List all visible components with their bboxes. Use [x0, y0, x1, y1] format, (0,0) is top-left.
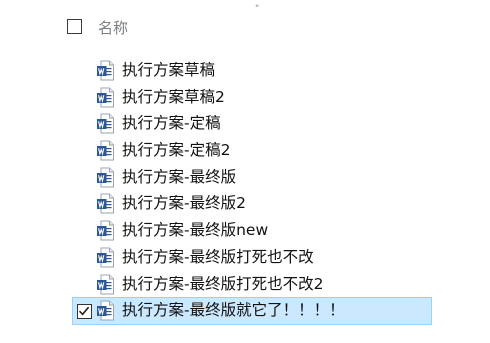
word-doc-icon: [96, 60, 115, 81]
file-row[interactable]: 执行方案-定稿2: [0, 136, 490, 163]
file-name: 执行方案-最终版打死也不改: [122, 247, 314, 266]
file-row[interactable]: 执行方案-最终版2: [0, 189, 490, 216]
file-row[interactable]: 执行方案-最终版new: [0, 216, 490, 243]
file-row[interactable]: 执行方案-最终版: [0, 163, 490, 190]
word-doc-icon: [96, 113, 115, 134]
file-name: 执行方案-定稿2: [122, 141, 231, 160]
file-list: 执行方案草稿 执行方案草稿2 执行方案-定稿 执行方案-定稿2 执行方案-最终版…: [0, 56, 490, 326]
file-row-selected[interactable]: 执行方案-最终版就它了！！！！: [0, 296, 490, 326]
file-name: 执行方案-最终版new: [122, 221, 269, 240]
file-row[interactable]: 执行方案草稿: [0, 56, 490, 83]
word-doc-icon: [96, 140, 115, 161]
word-doc-icon: [96, 274, 115, 295]
column-header: 名称: [0, 12, 490, 42]
word-doc-icon: [96, 220, 115, 241]
select-all-checkbox[interactable]: [67, 19, 82, 34]
file-name: 执行方案-最终版: [122, 167, 237, 186]
file-name: 执行方案-定稿: [122, 114, 221, 133]
file-name: 执行方案-最终版就它了！！！！: [122, 301, 345, 320]
file-name: 执行方案-最终版打死也不改2: [122, 274, 324, 293]
file-name: 执行方案草稿2: [122, 87, 225, 106]
file-name: 执行方案-最终版2: [122, 194, 246, 213]
checkmark-icon: [78, 306, 90, 316]
word-doc-icon: [96, 167, 115, 188]
file-row[interactable]: 执行方案-最终版打死也不改: [0, 243, 490, 270]
file-row[interactable]: 执行方案-定稿: [0, 109, 490, 136]
word-doc-icon: [96, 247, 115, 268]
word-doc-icon: [96, 300, 115, 321]
file-row[interactable]: 执行方案草稿2: [0, 83, 490, 110]
word-doc-icon: [96, 87, 115, 108]
word-doc-icon: [96, 193, 115, 214]
name-column-header[interactable]: 名称: [98, 17, 128, 38]
file-row[interactable]: 执行方案-最终版打死也不改2: [0, 270, 490, 297]
row-checkbox-checked[interactable]: [77, 304, 92, 320]
file-name: 执行方案草稿: [122, 61, 216, 79]
